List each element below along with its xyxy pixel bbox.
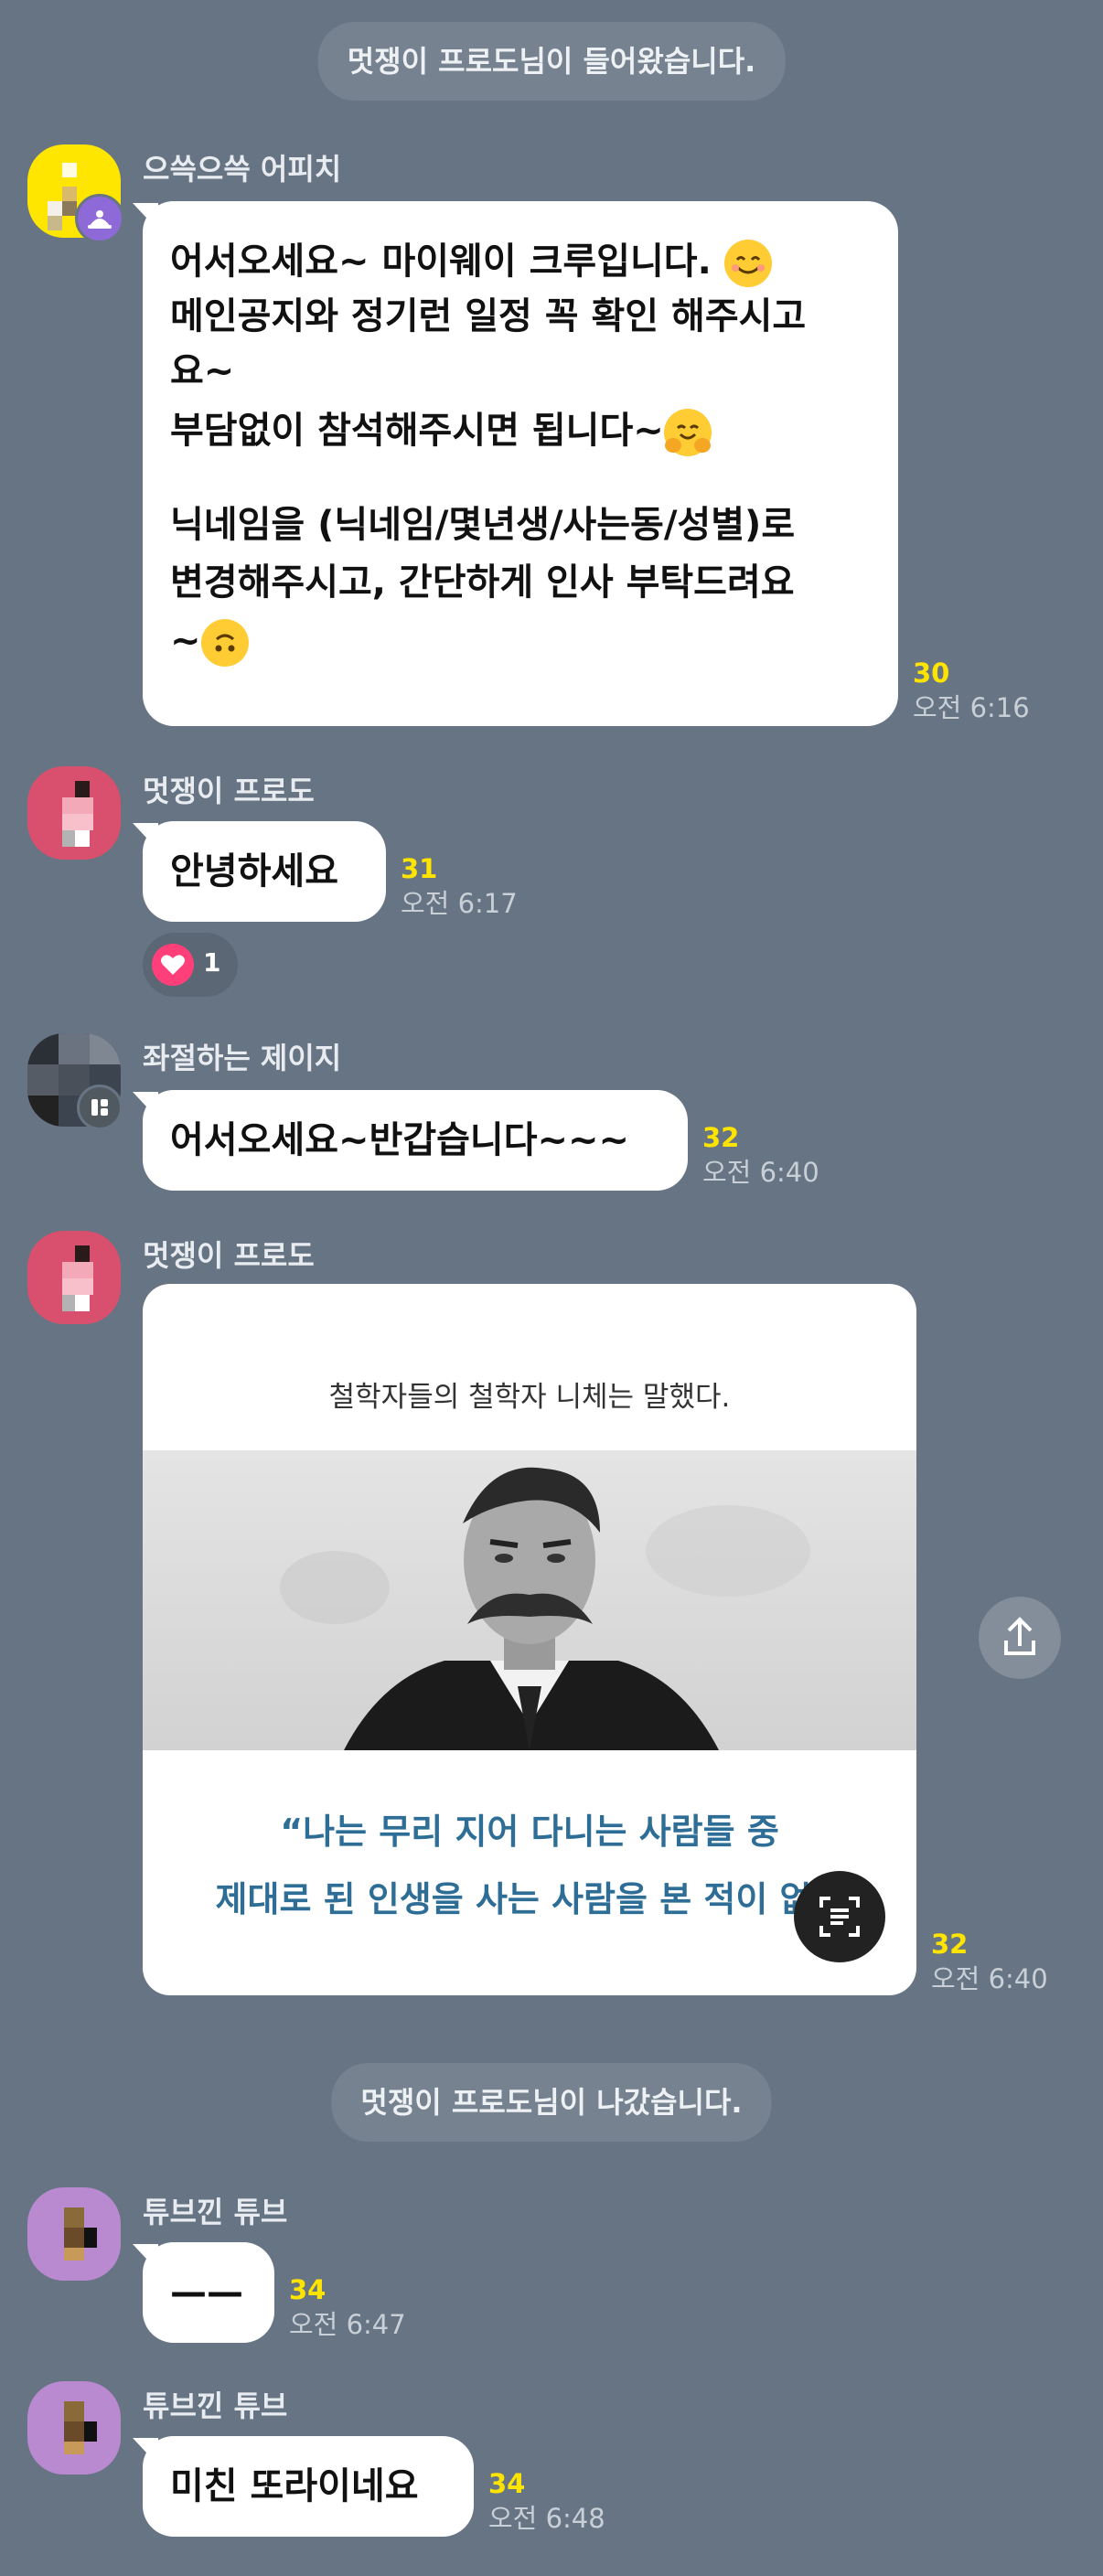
unread-count: 30 (913, 657, 950, 689)
reaction-count: 1 (203, 947, 221, 978)
message-line: 어서오세요~ 마이웨이 크루입니다. (170, 234, 871, 289)
message-bubble[interactable]: 안녕하세요 (143, 821, 386, 922)
message-meta: 34 오전 6:47 (289, 2273, 406, 2343)
message-time: 오전 6:40 (931, 1963, 1048, 1994)
share-icon[interactable] (979, 1597, 1061, 1679)
avatar[interactable] (27, 2381, 121, 2474)
sender-name: 좌절하는 제이지 (143, 1041, 342, 1075)
message-bubble[interactable]: 어서오세요~ 마이웨이 크루입니다. 메인공지와 정기런 일정 꼭 확인 해주시… (143, 201, 898, 726)
smile-emoji-icon (723, 240, 772, 287)
message-time: 오전 6:40 (702, 1157, 819, 1188)
system-message-joined: 멋쟁이 프로도님이 들어왔습니다. (317, 22, 786, 101)
heart-icon (152, 944, 194, 986)
message-line: 변경해주시고, 간단하게 인사 부탁드려요 (170, 561, 795, 604)
image-quote-line: “나는 무리 지어 다니는 사람들 중 (280, 1812, 779, 1852)
unread-count: 31 (401, 853, 438, 884)
message-bubble[interactable]: —— (143, 2242, 274, 2343)
message-bubble[interactable]: 어서오세요~반갑습니다~~~ (143, 1090, 688, 1191)
sender-name: 멋쟁이 프로도 (143, 1238, 315, 1273)
avatar[interactable] (27, 1231, 121, 1324)
reaction-chip[interactable]: 1 (143, 933, 238, 997)
hugging-emoji-icon (663, 409, 712, 456)
message-line: 부담없이 참석해주시면 됩니다~ (170, 399, 871, 463)
message-bubble[interactable]: 미친 또라이네요 (143, 2436, 474, 2537)
sender-name: 튜브낀 튜브 (143, 2195, 288, 2229)
unread-count: 34 (488, 2468, 526, 2499)
system-message-left: 멋쟁이 프로도님이 나갔습니다. (331, 2063, 772, 2142)
image-caption: 철학자들의 철학자 니체는 말했다. (328, 1381, 731, 1414)
unread-count: 34 (289, 2274, 327, 2305)
message-time: 오전 6:17 (401, 888, 518, 919)
message-line: ~ (170, 611, 871, 671)
upside-down-emoji-icon (200, 619, 249, 667)
text-scan-icon[interactable] (794, 1871, 885, 1962)
unread-count: 32 (702, 1122, 740, 1153)
message-line (170, 463, 871, 496)
message-time: 오전 6:16 (913, 692, 1030, 723)
message-meta: 30 오전 6:16 (913, 657, 1030, 726)
message-meta: 34 오전 6:48 (488, 2467, 605, 2537)
message-meta: 32 오전 6:40 (702, 1121, 819, 1191)
unread-count: 32 (931, 1929, 969, 1960)
portrait-photo (143, 1450, 916, 1750)
device-badge-icon (77, 1085, 123, 1130)
message-line: 메인공지와 정기런 일정 꼭 확인 해주시고 (170, 295, 807, 337)
sender-name: 으쓱으쓱 어피치 (143, 152, 342, 187)
avatar[interactable] (27, 2187, 121, 2281)
message-meta: 32 오전 6:40 (931, 1928, 1048, 1997)
message-time: 오전 6:47 (289, 2309, 406, 2340)
sender-name: 튜브낀 튜브 (143, 2389, 288, 2423)
avatar[interactable] (27, 766, 121, 860)
sender-name: 멋쟁이 프로도 (143, 774, 315, 808)
message-meta: 31 오전 6:17 (401, 852, 518, 922)
message-line: 닉네임을 (닉네임/몇년생/사는동/성별)로 (170, 504, 796, 546)
message-time: 오전 6:48 (488, 2503, 605, 2534)
bot-badge-icon (75, 194, 124, 243)
message-line: 요~ (170, 350, 235, 392)
image-message[interactable]: 철학자들의 철학자 니체는 말했다. “나는 무리 지어 다니는 사람들 중 제… (143, 1284, 916, 1995)
